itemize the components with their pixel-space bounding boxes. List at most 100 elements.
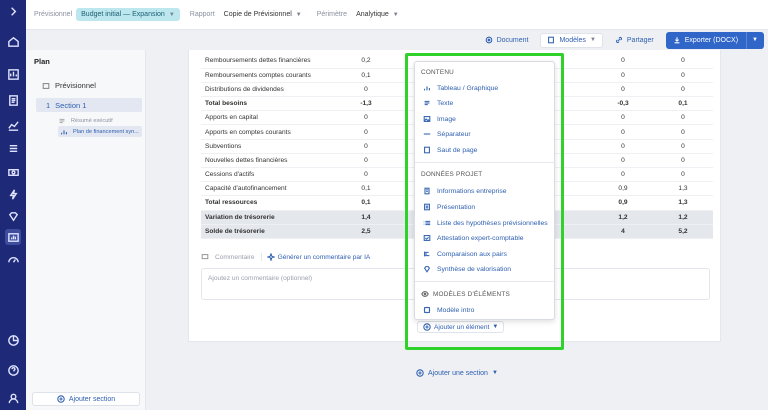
pie-chart-icon[interactable]	[5, 332, 21, 348]
resume-label: Résumé exécutif	[71, 118, 113, 124]
template-icon	[547, 36, 555, 44]
row-value-2: 0,9	[593, 181, 653, 197]
modeles-label: Modèles	[559, 36, 586, 44]
row-label: Subventions	[201, 139, 351, 154]
share-label: Partager	[626, 36, 654, 44]
previsionnel-label: Prévisionnel	[34, 11, 73, 18]
settings-icon	[485, 36, 493, 44]
row-value-1: 0,1	[351, 195, 381, 211]
row-value-3: 0	[653, 167, 713, 183]
previsionnel-select[interactable]: Budget initial — Expansion ▼	[76, 8, 180, 21]
document-icon[interactable]	[5, 92, 21, 108]
chevron-down-icon: ▼	[168, 11, 175, 18]
row-value-3: 0	[653, 124, 713, 140]
bolt-icon[interactable]	[5, 186, 21, 202]
add-section-button[interactable]: Ajouter une section ▼	[416, 369, 498, 377]
row-value-1: 0	[351, 139, 381, 154]
perimetre-value: Analytique	[356, 11, 389, 18]
plan-financement-label: Plan de financement syn...	[73, 128, 139, 135]
tasks-icon[interactable]	[5, 140, 21, 156]
dashboard-icon[interactable]	[5, 66, 21, 82]
row-value-3: 5,2	[653, 224, 713, 239]
row-value-3: 1,3	[653, 181, 713, 197]
plan-item-section-1[interactable]: 1 Section 1	[36, 98, 142, 112]
row-value-1: 0,1	[351, 181, 381, 197]
row-label: Solde de trésorerie	[201, 224, 351, 239]
add-section-label: Ajouter une section	[428, 369, 488, 377]
generate-ai-comment-button[interactable]: Générer un commentaire par IA	[260, 253, 371, 261]
rapport-value: Copie de Prévisionnel	[223, 11, 292, 18]
help-icon[interactable]	[5, 362, 21, 378]
rapport-select[interactable]: Copie de Prévisionnel ▼	[219, 8, 307, 21]
row-value-2: 0	[593, 124, 653, 140]
document-button[interactable]: Document	[479, 33, 535, 48]
text-icon	[58, 117, 66, 125]
chevron-down-icon: ▼	[295, 11, 302, 18]
modeles-button[interactable]: Modèles ▼	[540, 32, 603, 48]
home-icon[interactable]	[5, 33, 21, 49]
row-value-2: 0	[593, 110, 653, 126]
row-value-2: 0	[593, 139, 653, 154]
export-button[interactable]: Exporter (DOCX) ▼	[665, 31, 764, 49]
row-label: Total besoins	[201, 96, 351, 112]
row-value-1: 0	[351, 167, 381, 183]
row-label: Nouvelles dettes financières	[201, 153, 351, 169]
add-section-button-sidebar[interactable]: Ajouter section	[32, 392, 140, 406]
export-dropdown-toggle[interactable]: ▼	[746, 31, 763, 49]
share-button[interactable]: Partager	[609, 33, 660, 48]
comment-icon	[201, 253, 209, 261]
comment-header: Commentaire Générer un commentaire par I…	[201, 253, 370, 261]
bar-chart-icon	[60, 128, 68, 136]
plus-circle-icon	[416, 369, 424, 377]
chevron-down-icon: ▼	[491, 370, 498, 376]
row-value-2: 0	[593, 153, 653, 169]
diamond-icon[interactable]	[5, 208, 21, 224]
row-value-3: 0,1	[653, 96, 713, 112]
app-rail	[0, 0, 26, 410]
generate-ai-comment-label: Générer un commentaire par IA	[277, 253, 371, 261]
money-icon[interactable]	[5, 164, 21, 180]
row-value-2: 0	[593, 54, 653, 69]
section-number: 1	[46, 100, 51, 110]
row-value-3: 0	[653, 110, 713, 126]
row-value-2: 4	[593, 224, 653, 239]
plan-subitem-resume[interactable]: Résumé exécutif	[58, 117, 113, 125]
plus-circle-icon	[57, 395, 65, 403]
row-value-1: 1,4	[351, 210, 381, 225]
chevron-down-icon: ▼	[392, 11, 399, 18]
plan-subitem-plan-financement[interactable]: Plan de financement syn...	[58, 126, 142, 137]
row-value-1: 0	[351, 124, 381, 140]
row-value-2: -0,3	[593, 96, 653, 112]
rapport-label: Rapport	[189, 11, 215, 18]
plan-item-previsionnel[interactable]: Prévisionnel	[42, 81, 96, 90]
row-value-3: 0	[653, 153, 713, 169]
row-value-3: 0	[653, 68, 713, 83]
row-label: Capacité d'autofinancement	[201, 181, 351, 197]
gauge-icon[interactable]	[5, 251, 21, 267]
row-value-2: 0	[593, 82, 653, 98]
row-value-3: 0	[653, 54, 713, 69]
sparkle-icon	[266, 253, 275, 261]
add-section-label: Ajouter section	[68, 395, 116, 403]
row-label: Variation de trésorerie	[201, 210, 351, 225]
row-value-1: 0	[351, 153, 381, 169]
perimetre-select[interactable]: Analytique ▼	[351, 8, 404, 21]
chevron-right-icon[interactable]	[5, 3, 21, 19]
report-toolbar: Document Modèles ▼ Partager Exporter (DO…	[188, 30, 768, 50]
row-label: Remboursements dettes financières	[201, 54, 351, 69]
row-label: Total ressources	[201, 195, 351, 211]
row-value-3: 1,2	[653, 210, 713, 225]
row-value-2: 0	[593, 68, 653, 83]
row-value-2: 0	[593, 167, 653, 183]
report-icon[interactable]	[5, 229, 21, 245]
line-chart-icon[interactable]	[5, 117, 21, 133]
row-label: Distributions de dividendes	[201, 82, 351, 98]
row-label: Cessions d'actifs	[201, 167, 351, 183]
row-value-3: 0	[653, 82, 713, 98]
row-value-3: 1,3	[653, 195, 713, 211]
highlight-frame	[405, 53, 564, 350]
document-label: Document	[496, 36, 529, 44]
row-value-3: 0	[653, 139, 713, 154]
plan-panel: Plan Prévisionnel 1 Section 1 Résumé exé…	[26, 50, 146, 410]
user-icon[interactable]	[5, 390, 21, 406]
